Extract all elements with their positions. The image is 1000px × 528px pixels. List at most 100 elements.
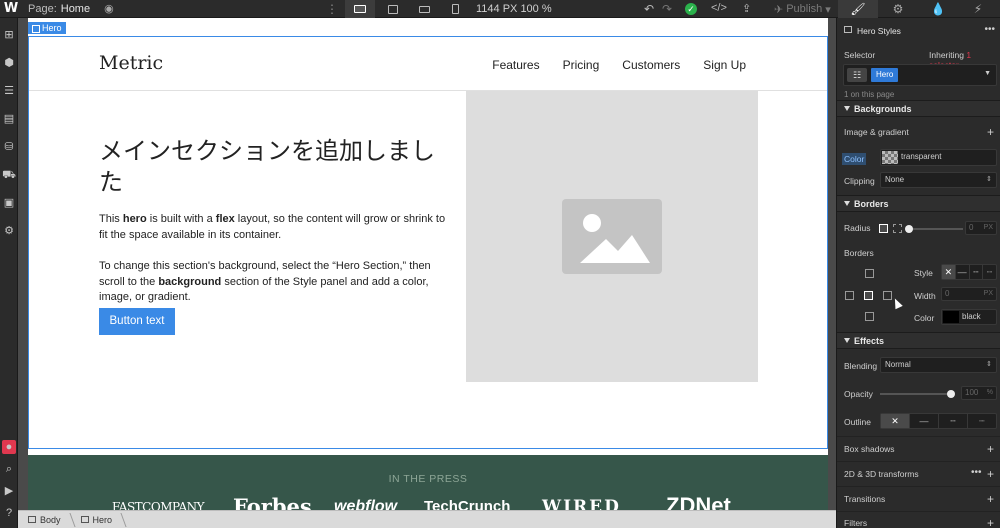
border-style-dashed[interactable]: ╌ xyxy=(968,265,983,279)
more-vertical-icon[interactable]: ⋮ xyxy=(326,2,338,16)
mobile-portrait-breakpoint-button[interactable] xyxy=(440,0,470,18)
border-style-buttons: ✕ — ╌ ┈ xyxy=(941,264,997,280)
page-selector[interactable]: Page: Home xyxy=(28,3,90,15)
border-style-dotted[interactable]: ┈ xyxy=(982,265,996,279)
divider xyxy=(837,511,1000,512)
ecommerce-icon[interactable]: ⛟ xyxy=(2,168,16,182)
blending-value: Normal xyxy=(885,360,911,369)
add-icon[interactable]: + xyxy=(987,126,994,138)
p1-text-a: This xyxy=(99,213,123,225)
effects-section-header[interactable]: Effects xyxy=(837,332,1000,349)
mobile-landscape-breakpoint-button[interactable] xyxy=(409,0,439,18)
add-icon[interactable]: + xyxy=(987,443,994,455)
hero-paragraph-1[interactable]: This hero is built with a flex layout, s… xyxy=(99,212,449,243)
radius-individual-icon[interactable] xyxy=(893,224,902,233)
border-color-field[interactable]: black xyxy=(941,309,997,325)
tablet-icon xyxy=(388,4,398,14)
canvas-size-readout: 1144 PX 100 % xyxy=(476,3,552,15)
select-arrows-icon: ⇕ xyxy=(986,176,992,183)
image-placeholder[interactable] xyxy=(466,91,758,382)
webflow-logo[interactable]: W xyxy=(0,0,22,18)
selector-field[interactable]: ☷ Hero ▼ xyxy=(843,64,997,86)
border-bottom-icon[interactable] xyxy=(865,312,874,321)
radius-slider-knob[interactable] xyxy=(905,225,913,233)
tab-settings[interactable]: ⚙ xyxy=(878,0,918,18)
more-horizontal-icon[interactable]: ••• xyxy=(971,467,982,478)
add-icon[interactable]: + xyxy=(987,493,994,505)
opacity-input[interactable]: 100 % xyxy=(961,386,997,400)
border-width-input[interactable]: 0 PX xyxy=(941,287,997,301)
p1-bold-hero: hero xyxy=(122,213,147,225)
add-icon[interactable]: + xyxy=(987,468,994,480)
radius-label: Radius xyxy=(844,223,871,233)
assets-icon[interactable]: ▣ xyxy=(2,196,16,210)
outline-dashed[interactable]: ╌ xyxy=(938,414,967,428)
symbols-icon[interactable]: ⬢ xyxy=(2,56,16,70)
border-left-icon[interactable] xyxy=(845,291,854,300)
undo-icon[interactable]: ↶ xyxy=(644,2,654,16)
hero-heading[interactable]: メインセクションを追加しました xyxy=(99,136,449,198)
nav-link-features[interactable]: Features xyxy=(492,58,539,72)
redo-icon[interactable]: ↷ xyxy=(662,2,672,16)
border-all-icon[interactable] xyxy=(864,291,873,300)
tab-style-manager[interactable]: 💧 xyxy=(918,0,958,18)
black-swatch-icon xyxy=(943,311,959,323)
opacity-slider-track[interactable] xyxy=(880,393,952,395)
cms-icon[interactable]: ⛁ xyxy=(2,140,16,154)
outline-dotted[interactable]: ┈ xyxy=(967,414,996,428)
nav-link-pricing[interactable]: Pricing xyxy=(563,58,600,72)
help-icon[interactable]: ? xyxy=(2,506,16,520)
navigator-icon[interactable]: ☰ xyxy=(2,84,16,98)
tab-style[interactable]: 🖌 xyxy=(838,0,878,18)
styles-title: Hero Styles xyxy=(857,26,901,36)
top-bar: W Page: Home ◉ ⋮ 1144 PX 100 % ↶ ↷ ✓ </>… xyxy=(0,0,1000,18)
backgrounds-section-header[interactable]: Backgrounds xyxy=(837,100,1000,117)
hero-paragraph-2[interactable]: To change this section's background, sel… xyxy=(99,259,449,306)
chevron-down-icon[interactable]: ▼ xyxy=(984,70,991,77)
outline-none[interactable]: ✕ xyxy=(881,414,909,428)
opacity-slider-knob[interactable] xyxy=(947,390,955,398)
outline-solid[interactable]: — xyxy=(909,414,938,428)
site-navbar: Metric Features Pricing Customers Sign U… xyxy=(28,36,828,91)
clipping-select[interactable]: None ⇕ xyxy=(880,172,997,188)
brand-logo[interactable]: Metric xyxy=(99,52,163,74)
settings-icon[interactable]: ⚙ xyxy=(2,224,16,238)
add-icon[interactable]: + xyxy=(987,517,994,528)
video-icon[interactable]: ▶ xyxy=(2,484,16,498)
backgrounds-title: Backgrounds xyxy=(854,104,912,114)
collapse-triangle-icon xyxy=(844,201,850,206)
nav-link-customers[interactable]: Customers xyxy=(622,58,680,72)
radius-all-icon[interactable] xyxy=(879,224,888,233)
class-tag[interactable]: Hero xyxy=(871,68,899,82)
bg-color-field[interactable]: transparent xyxy=(880,149,997,166)
image-gradient-label: Image & gradient xyxy=(844,127,909,137)
breadcrumb-hero[interactable]: Hero xyxy=(71,511,123,528)
desktop-breakpoint-button[interactable] xyxy=(345,0,375,18)
nav-link-sign-up[interactable]: Sign Up xyxy=(703,58,746,72)
borders-section-header[interactable]: Borders xyxy=(837,195,1000,212)
search-icon[interactable]: ⌕ xyxy=(2,462,16,476)
preview-eye-icon[interactable]: ◉ xyxy=(104,2,114,15)
record-icon[interactable]: ● xyxy=(2,440,16,454)
publish-button[interactable]: ✈ Publish ▾ xyxy=(770,0,831,18)
export-icon[interactable]: ⇪ xyxy=(742,2,751,15)
blending-select[interactable]: Normal ⇕ xyxy=(880,357,997,373)
border-top-icon[interactable] xyxy=(865,269,874,278)
more-horizontal-icon[interactable]: ••• xyxy=(984,24,995,35)
radius-input[interactable]: 0 PX xyxy=(965,221,997,235)
pages-icon[interactable]: ▤ xyxy=(2,112,16,126)
code-icon[interactable]: </> xyxy=(711,2,727,14)
divider xyxy=(837,461,1000,462)
tablet-breakpoint-button[interactable] xyxy=(378,0,408,18)
tab-interactions[interactable]: ⚡ xyxy=(958,0,998,18)
border-style-solid[interactable]: — xyxy=(954,265,969,279)
border-right-icon[interactable] xyxy=(883,291,892,300)
selector-list-icon[interactable]: ☷ xyxy=(847,68,867,82)
hero-selection-tag[interactable]: Hero xyxy=(28,22,66,34)
site-preview: Metric Features Pricing Customers Sign U… xyxy=(28,18,828,510)
breadcrumb-body[interactable]: Body xyxy=(18,511,71,528)
hero-button[interactable]: Button text xyxy=(99,308,175,335)
border-style-none[interactable]: ✕ xyxy=(942,265,955,279)
radius-slider-track[interactable] xyxy=(909,228,963,230)
add-panel-icon[interactable]: ⊞ xyxy=(2,28,16,42)
